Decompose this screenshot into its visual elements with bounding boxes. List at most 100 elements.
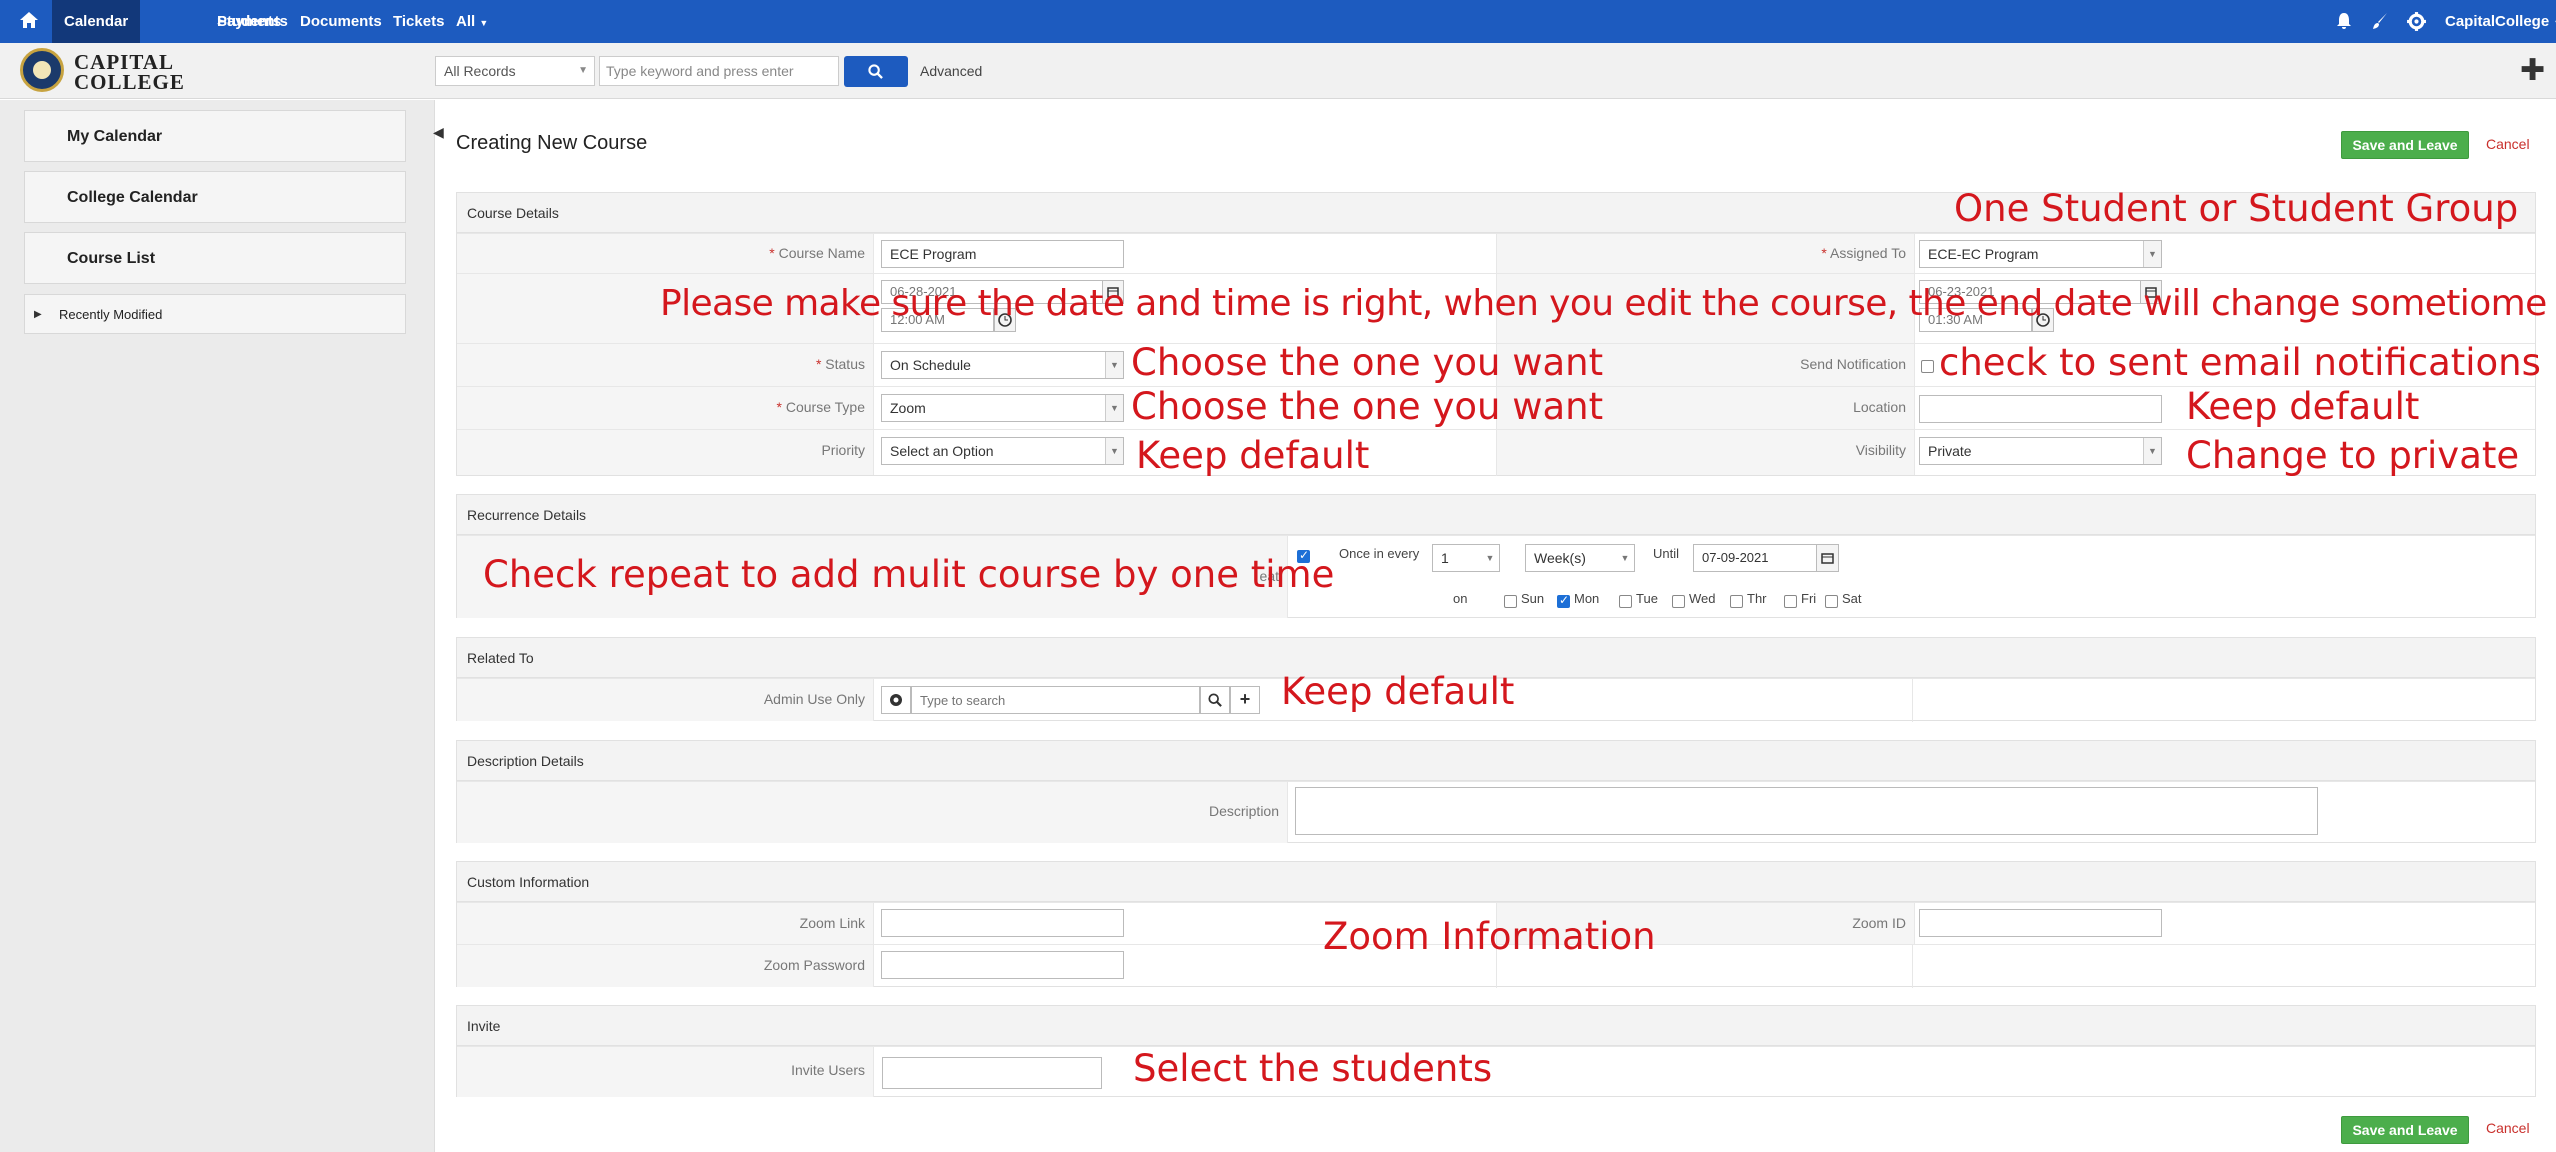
once-in-every-label: Once in every	[1339, 546, 1420, 561]
weekday-checkbox-thr[interactable]	[1730, 595, 1743, 608]
save-and-leave-button-bottom[interactable]: Save and Leave	[2341, 1116, 2469, 1144]
description-textarea[interactable]	[1295, 787, 2318, 835]
quick-create-plus-icon[interactable]: ✚	[2520, 56, 2545, 86]
assigned-to-select[interactable]: ECE-EC Program ▼	[1919, 240, 2162, 268]
brush-icon[interactable]	[2370, 11, 2390, 31]
logo-line-2: COLLEGE	[74, 70, 185, 94]
weekday-checkbox-mon[interactable]	[1557, 593, 1570, 608]
related-search-button[interactable]	[1200, 686, 1230, 714]
sidebar-item-my-calendar[interactable]: My Calendar	[24, 110, 406, 162]
zoom-password-input[interactable]	[881, 951, 1124, 979]
status-select[interactable]: On Schedule ▼	[881, 351, 1124, 379]
annotation-zoom-information: Zoom Information	[1323, 915, 1656, 958]
annotation-choose-type: Choose the one you want	[1131, 385, 1604, 428]
zoom-link-label: Zoom Link	[457, 903, 874, 944]
chevron-down-icon: ▼	[2143, 438, 2161, 464]
calendar-icon[interactable]	[1816, 544, 1839, 572]
nav-tab-all-label: All	[456, 13, 476, 30]
on-label: on	[1453, 591, 1468, 606]
course-type-select[interactable]: Zoom ▼	[881, 394, 1124, 422]
sidebar-item-course-list[interactable]: Course List	[24, 232, 406, 284]
search-icon	[1208, 693, 1222, 707]
location-input[interactable]	[1919, 395, 2162, 423]
annotation-student-group: One Student or Student Group	[1954, 187, 2519, 230]
left-sidebar: My Calendar College Calendar Course List…	[0, 100, 435, 1152]
home-icon	[20, 12, 38, 28]
weekday-checkbox-sun[interactable]	[1504, 595, 1517, 608]
invite-heading: Invite	[457, 1006, 2535, 1046]
weekday-checkbox-wed[interactable]	[1672, 595, 1685, 608]
header-bar: CAPITAL COLLEGE All Records ▼ Advanced ✚	[0, 43, 2556, 99]
chevron-down-icon: ▼	[1481, 545, 1499, 571]
course-type-value: Zoom	[890, 400, 926, 416]
college-logo[interactable]: CAPITAL COLLEGE	[20, 48, 184, 94]
course-name-row: * Course Name ECE Program * Assigned To …	[457, 233, 2535, 274]
send-notification-checkbox[interactable]	[1921, 360, 1934, 373]
advanced-search-link[interactable]: Advanced	[920, 63, 982, 79]
records-select[interactable]: All Records ▼	[435, 56, 595, 86]
nav-tab-payments[interactable]: Payments	[205, 0, 300, 43]
cancel-link-bottom[interactable]: Cancel	[2486, 1120, 2530, 1136]
recently-modified-toggle[interactable]: ▶ Recently Modified	[24, 294, 406, 334]
search-button[interactable]	[844, 56, 908, 87]
annotation-email-notify: check to sent email notifications	[1939, 341, 2541, 384]
add-related-plus-icon[interactable]: +	[1230, 686, 1260, 714]
annotation-choose-status: Choose the one you want	[1131, 341, 1604, 384]
weekday-checkbox-sat[interactable]	[1825, 595, 1838, 608]
college-seal-icon	[20, 48, 64, 92]
user-name: CapitalCollege	[2445, 13, 2550, 30]
chevron-down-icon: ▼	[2143, 241, 2161, 267]
home-button[interactable]	[0, 0, 52, 43]
zoom-id-input[interactable]	[1919, 909, 2162, 937]
visibility-select[interactable]: Private ▼	[1919, 437, 2162, 465]
invite-users-label: Invite Users	[457, 1047, 874, 1097]
close-circle-icon	[890, 694, 902, 706]
clear-related-button[interactable]	[881, 686, 911, 714]
caret-right-icon: ▶	[34, 309, 42, 320]
recurrence-details-heading: Recurrence Details	[457, 495, 2535, 535]
weekday-label: Sun	[1521, 591, 1545, 606]
chevron-down-icon: ▼	[1105, 352, 1123, 378]
weekday-label: Thr	[1747, 591, 1767, 606]
sidebar-item-college-calendar[interactable]: College Calendar	[24, 171, 406, 223]
until-label: Until	[1653, 546, 1680, 561]
status-value: On Schedule	[890, 357, 971, 373]
weekday-checkbox-fri[interactable]	[1784, 595, 1797, 608]
save-and-leave-button-top[interactable]: Save and Leave	[2341, 131, 2469, 159]
course-name-input[interactable]: ECE Program	[881, 240, 1124, 268]
zoom-link-input[interactable]	[881, 909, 1124, 937]
annotation-keep-default-location: Keep default	[2186, 385, 2420, 428]
course-type-label: * Course Type	[457, 387, 874, 429]
related-search-input[interactable]	[911, 686, 1200, 714]
priority-select[interactable]: Select an Option ▼	[881, 437, 1124, 465]
visibility-label: Visibility	[1497, 430, 1915, 475]
weekday-label: Wed	[1689, 591, 1716, 606]
status-label: * Status	[457, 344, 874, 386]
interval-value: 1	[1441, 550, 1449, 566]
until-date-input[interactable]: 07-09-2021	[1693, 544, 1817, 572]
interval-select[interactable]: 1 ▼	[1432, 544, 1500, 572]
bell-icon[interactable]	[2334, 11, 2354, 31]
interval-unit-select[interactable]: Week(s) ▼	[1525, 544, 1635, 572]
recently-modified-label: Recently Modified	[59, 307, 163, 322]
cancel-link-top[interactable]: Cancel	[2486, 136, 2530, 152]
chevron-down-icon: ▼	[479, 18, 489, 28]
annotation-select-students: Select the students	[1133, 1047, 1493, 1090]
priority-label: Priority	[457, 430, 874, 475]
collapse-sidebar-icon[interactable]: ◀	[433, 124, 444, 141]
visibility-value: Private	[1928, 443, 1972, 459]
annotation-check-repeat: Check repeat to add mulit course by one …	[483, 553, 1335, 596]
gear-icon[interactable]	[2406, 11, 2427, 32]
nav-tab-all[interactable]: All ▼	[444, 0, 500, 43]
interval-unit-value: Week(s)	[1534, 550, 1586, 566]
weekday-checkbox-tue[interactable]	[1619, 595, 1632, 608]
global-search-input[interactable]	[599, 56, 839, 86]
nav-tab-documents[interactable]: Documents	[288, 0, 394, 43]
nav-tab-calendar[interactable]: Calendar	[52, 0, 141, 43]
annotation-date-warning: Please make sure the date and time is ri…	[660, 283, 2547, 324]
invite-users-input[interactable]	[882, 1057, 1102, 1089]
annotation-keep-default-priority: Keep default	[1136, 434, 1370, 477]
page-title: Creating New Course	[456, 132, 648, 154]
user-menu[interactable]: CapitalCollege ▼	[2445, 0, 2556, 43]
search-icon	[868, 64, 883, 79]
